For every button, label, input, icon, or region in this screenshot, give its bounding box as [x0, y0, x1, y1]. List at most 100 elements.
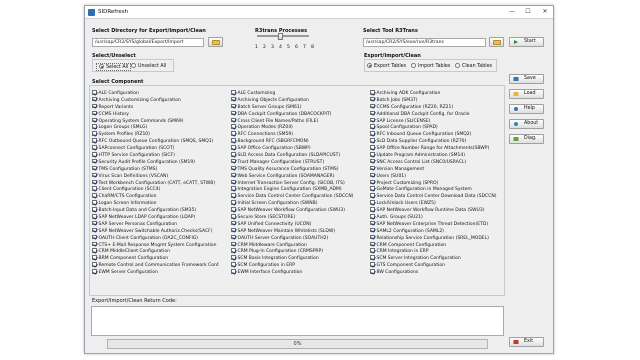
component-checkbox[interactable]: CRM Middleware Configuration [231, 241, 367, 249]
component-checkbox[interactable]: Service Data Control Center Download Dat… [370, 193, 506, 200]
component-checkbox[interactable]: EWM Interface Configuration [231, 269, 367, 276]
component-checkbox[interactable]: SLD Access Data Configuration (SLDAPICUS… [231, 152, 367, 159]
component-checkbox[interactable]: Version Management [370, 165, 506, 173]
component-checkbox[interactable]: Integration Engine Configuration (SXMB_A… [231, 186, 367, 193]
component-checkbox[interactable]: Secure Store (SECSTORE) [231, 214, 367, 221]
slider-thumb[interactable] [278, 33, 283, 40]
component-checkbox[interactable]: CTS+ E-Mail Response Mngmt System Config… [92, 241, 228, 249]
browse-directory-button[interactable] [208, 37, 223, 47]
help-button[interactable]: Help [509, 104, 544, 114]
component-checkbox[interactable]: OAUTH Server Configuration (SOAUTH2) [231, 234, 367, 242]
select-all-radio[interactable]: Select All [96, 63, 132, 71]
component-checkbox[interactable]: ALE Configuration [92, 90, 228, 97]
component-checkbox[interactable]: Logon Groups (SMLG) [92, 124, 228, 131]
component-checkbox[interactable]: Relationship Service Configuration (SREL… [370, 234, 506, 242]
component-checkbox[interactable]: Operation Modes (RZ04) [231, 124, 367, 131]
component-checkbox[interactable]: Service Data Control Center Configuratio… [231, 193, 367, 200]
component-checkbox[interactable]: SAP NetWeaver Enterprise Threat Detectio… [370, 220, 506, 228]
component-checkbox[interactable]: Users (SU01) [370, 172, 506, 180]
component-checkbox[interactable]: Cross Client File Names/Paths (FILE) [231, 117, 367, 125]
component-checkbox[interactable]: SNC Access Control List (SNC0/USRACL) [370, 158, 506, 166]
directory-input[interactable]: /usr/sap/CR2/SYS/global/Export/Import [92, 38, 204, 47]
component-checkbox[interactable]: SAP NetWeaver LDAP Configuration (LDAP) [92, 214, 228, 221]
component-checkbox[interactable]: SAP NetWeaver Workflow Runtime Data (SWU… [370, 207, 506, 214]
component-checkbox[interactable]: Update Program Administration (SM14) [370, 152, 506, 159]
component-checkbox[interactable]: SAP Server Personas Configuration [92, 220, 228, 228]
component-checkbox[interactable]: SLD Data Supplier Configuration (RZ70) [370, 138, 506, 145]
component-checkbox[interactable]: System Profiles (RZ10) [92, 131, 228, 138]
component-checkbox[interactable]: SAP NetWeaver Workflow Configuration (SW… [231, 207, 367, 214]
export-tables-radio[interactable]: Export Tables [367, 63, 406, 69]
browse-tool-button[interactable] [489, 37, 504, 47]
component-checkbox[interactable]: Remote Control and Communication Framewo… [92, 262, 228, 269]
component-checkbox[interactable]: SCM Basis Integration Configuration [231, 255, 367, 262]
diag-button[interactable]: Diag. [509, 134, 544, 144]
r3trans-slider[interactable] [257, 33, 309, 40]
component-checkbox[interactable]: Archiving ADK Configuration [370, 90, 506, 97]
component-checkbox[interactable]: Virus Scan Definitions (VSCAN) [92, 172, 228, 180]
component-checkbox[interactable]: SAP Unified Connectivity (UCON) [231, 220, 367, 228]
component-checkbox[interactable]: Spool Configuration (SPAD) [370, 124, 506, 131]
component-checkbox[interactable]: Client Configuration (SCC4) [92, 186, 228, 193]
component-checkbox[interactable]: Operating System Commands (SM69) [92, 117, 228, 125]
component-checkbox[interactable]: SAP NetWeaver Switchable Authoriz.Checks… [92, 227, 228, 235]
component-checkbox[interactable]: RFC Connections (SM59) [231, 131, 367, 138]
component-checkbox[interactable]: SCM Configuration in ERP [231, 262, 367, 269]
close-button[interactable]: ✕ [538, 7, 552, 17]
component-checkbox[interactable]: SAP Office Number Range for Attachments(… [370, 145, 506, 152]
component-checkbox[interactable]: Batch-Input Data and Configuration (SM35… [92, 207, 228, 214]
component-checkbox[interactable]: Additional DBA Cockpit Config. for Oracl… [370, 110, 506, 118]
component-checkbox[interactable]: CRM Component Configuration [370, 241, 506, 249]
component-checkbox[interactable]: Initial Screen Configuration (SWNB) [231, 200, 367, 207]
component-checkbox[interactable]: GoMate Configuration in Managed System [370, 186, 506, 193]
component-checkbox[interactable]: SAML2 Configuration (SAML2) [370, 227, 506, 235]
return-code-textarea[interactable] [91, 306, 504, 336]
component-checkbox[interactable]: BW Configurations [370, 269, 506, 276]
component-checkbox[interactable]: Archiving Customizing Configuration [92, 96, 228, 104]
component-checkbox[interactable]: RFC Outbound Queue Configuration (SMQS, … [92, 138, 228, 145]
component-checkbox[interactable]: CRM Plug-In Configuration (CRMSPRP) [231, 248, 367, 255]
component-checkbox[interactable]: TMS Configuration (STMS) [92, 165, 228, 173]
component-checkbox[interactable]: Archiving Objects Configuration [231, 96, 367, 104]
component-checkbox[interactable]: Batch Jobs (SM37) [370, 96, 506, 104]
component-checkbox[interactable]: SAP License (SLICENSE) [370, 117, 506, 125]
component-checkbox[interactable]: SAPconnect Configuration (SCOT) [92, 145, 228, 152]
component-checkbox[interactable]: SAP NetWeaver Maintain Whitelists (SLDW) [231, 227, 367, 235]
component-checkbox[interactable]: ALE Customizing [231, 90, 367, 97]
maximize-button[interactable]: ☐ [521, 7, 535, 17]
component-checkbox[interactable]: CCMS Configuration (RZ20, RZ21) [370, 103, 506, 111]
minimize-button[interactable]: — [505, 7, 519, 17]
unselect-all-radio[interactable]: Unselect All [131, 63, 166, 69]
load-button[interactable]: Load [509, 89, 544, 99]
exit-button[interactable]: Exit [509, 337, 544, 347]
about-button[interactable]: About [509, 119, 544, 129]
component-checkbox[interactable]: CCMS History [92, 110, 228, 118]
component-checkbox[interactable]: Report Variants [92, 103, 228, 111]
component-checkbox[interactable]: TMS Quality Assurance Configuration (STM… [231, 165, 367, 173]
component-checkbox[interactable]: EWM Server Configuration [92, 269, 228, 276]
component-checkbox[interactable]: Web Service Configuration (SOAMANAGER) [231, 172, 367, 180]
component-checkbox[interactable]: GTS Component Configuration [370, 262, 506, 269]
component-checkbox[interactable]: OAUTH Client Configuration (OA2C_CONFIG) [92, 234, 228, 242]
component-checkbox[interactable]: Internet Transaction Server Config. (SIC… [231, 179, 367, 187]
component-checkbox[interactable]: Project Customizing (SPRO) [370, 179, 506, 187]
import-tables-radio[interactable]: Import Tables [411, 63, 450, 69]
component-checkbox[interactable]: SAP Office Configuration (SBWP) [231, 145, 367, 152]
component-checkbox[interactable]: Batch Server Groups (SM61) [231, 103, 367, 111]
component-checkbox[interactable]: ChaRM/CTS Configuration [92, 193, 228, 200]
component-checkbox[interactable]: Background RFC (SBGRFCMON) [231, 138, 367, 145]
component-checkbox[interactable]: CRM MiddleClient Configuration [92, 248, 228, 255]
component-checkbox[interactable]: BRM Component Configuration [92, 255, 228, 262]
component-checkbox[interactable]: HTTP Service Configuration (SICF) [92, 152, 228, 159]
component-checkbox[interactable]: Lock/Unlock Users (EWZ5) [370, 200, 506, 207]
component-checkbox[interactable]: Security Audit Profile Configuration (SM… [92, 158, 228, 166]
tool-input[interactable]: /usr/sap/CR2/SYS/exe/run/R3trans [363, 38, 486, 47]
component-checkbox[interactable]: Auth. Groups (SU21) [370, 214, 506, 221]
save-button[interactable]: Save [509, 74, 544, 84]
clean-tables-radio[interactable]: Clean Tables [455, 63, 492, 69]
component-checkbox[interactable]: Test Workbench Configuration (CATT, eCAT… [92, 179, 228, 187]
component-checkbox[interactable]: CRM Integration in ERP [370, 248, 506, 255]
component-checkbox[interactable]: SCM Server Integration Configuration [370, 255, 506, 262]
component-checkbox[interactable]: Logon Screen Information [92, 200, 228, 207]
component-checkbox[interactable]: DBA Cockpit Configuration (DBACOCKPIT) [231, 110, 367, 118]
